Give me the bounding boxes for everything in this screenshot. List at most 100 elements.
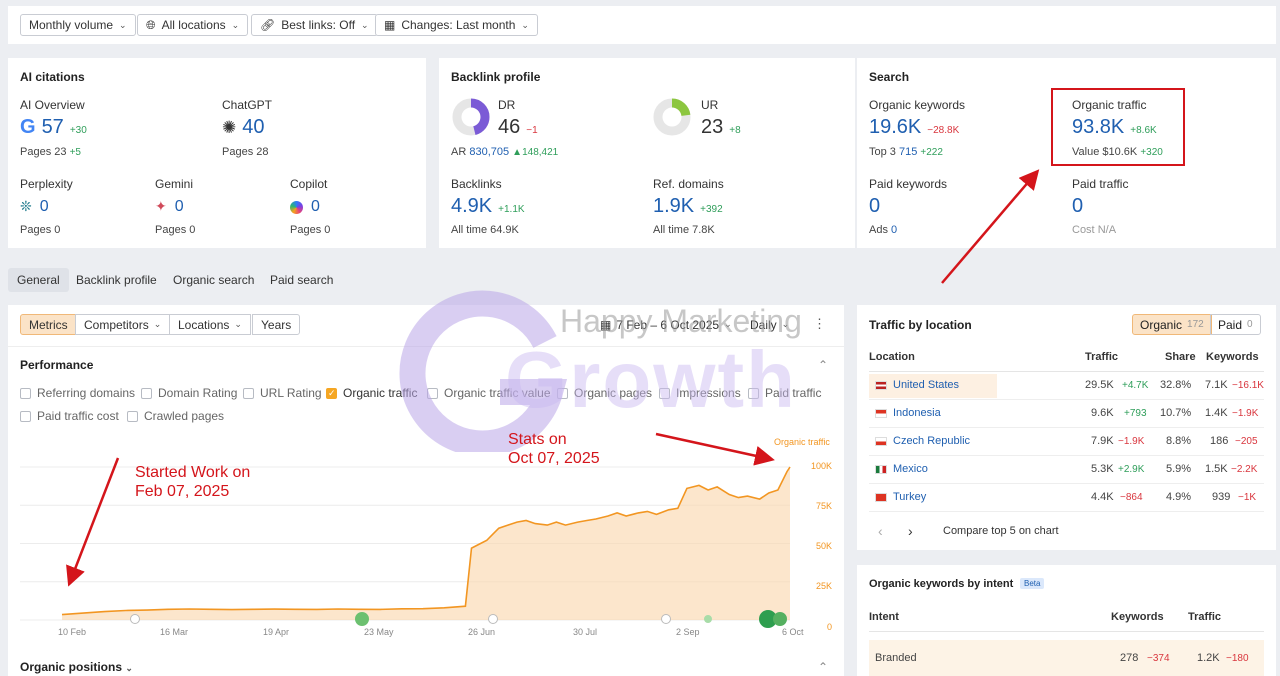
ur-donut-chart: [653, 98, 691, 136]
checkbox-label: Organic pages: [574, 386, 653, 400]
intent-traffic-delta: −180: [1226, 653, 1249, 664]
locations-segment[interactable]: Locations ⌄: [169, 314, 251, 335]
perplexity-icon: ❊: [20, 198, 32, 214]
table-row[interactable]: Mexico 5.3K +2.9K 5.9% 1.5K −2.2K: [869, 456, 1264, 484]
traffic-value: 9.6K: [1091, 407, 1114, 419]
table-row[interactable]: United States 29.5K +4.7K 32.8% 7.1K −16…: [869, 372, 1264, 400]
event-marker[interactable]: [130, 614, 140, 624]
organic-toggle[interactable]: Organic 172: [1132, 314, 1212, 335]
flag-indonesia-icon: [875, 409, 887, 418]
ar-metric[interactable]: AR 830,705 ▲148,421: [451, 146, 558, 158]
organic-traffic-delta: +8.6K: [1130, 125, 1157, 136]
event-marker[interactable]: [773, 612, 787, 626]
traffic-delta: +793: [1124, 408, 1147, 419]
checkbox-organic-traffic-value[interactable]: Organic traffic value: [427, 386, 551, 400]
years-segment[interactable]: Years: [252, 314, 301, 335]
organic-keywords-metric[interactable]: 19.6K −28.8K: [869, 116, 959, 139]
perplexity-metric[interactable]: ❊ 0: [20, 198, 49, 216]
volume-dropdown[interactable]: Monthly volume ⌄: [20, 14, 136, 36]
tab-paid-search[interactable]: Paid search: [261, 268, 342, 292]
checkbox-organic-pages[interactable]: Organic pages: [557, 386, 652, 400]
cost-label: Cost: [1072, 224, 1095, 236]
x-tick-label: 10 Feb: [58, 627, 87, 637]
cost-metric: Cost N/A: [1072, 224, 1116, 236]
best-links-dropdown[interactable]: 🔗︎ Best links: Off ⌄: [251, 14, 378, 36]
keywords-delta: −205: [1235, 436, 1258, 447]
collapse-icon[interactable]: ⌃: [818, 660, 828, 674]
ur-metric[interactable]: 23 +8: [701, 116, 741, 139]
flag-us-icon: [875, 381, 887, 390]
checkbox-paid-traffic-cost[interactable]: Paid traffic cost: [20, 409, 119, 423]
dr-donut-chart: [452, 98, 490, 136]
table-row[interactable]: Indonesia 9.6K +793 10.7% 1.4K −1.9K: [869, 400, 1264, 428]
volume-label: Monthly volume: [29, 18, 114, 32]
top3-metric[interactable]: Top 3 715 +222: [869, 146, 943, 158]
tab-general[interactable]: General: [8, 268, 69, 292]
pages-label: Pages: [290, 224, 322, 236]
chatgpt-metric[interactable]: ✺ 40: [222, 116, 265, 139]
checkbox-referring-domains[interactable]: Referring domains: [20, 386, 135, 400]
compare-top5-link[interactable]: Compare top 5 on chart: [943, 525, 1059, 537]
dr-metric[interactable]: 46 −1: [498, 116, 538, 139]
checkbox-paid-traffic[interactable]: Paid traffic: [748, 386, 821, 400]
checkbox-icon: [141, 387, 152, 399]
chevron-down-icon: ⌄: [521, 19, 529, 30]
prev-page-icon[interactable]: ‹: [878, 523, 883, 539]
backlinks-metric[interactable]: 4.9K +1.1K: [451, 195, 525, 218]
traffic-value: 29.5K: [1085, 379, 1114, 391]
best-links-label: Best links: Off: [281, 18, 356, 32]
checkbox-label: Organic traffic: [343, 386, 418, 400]
organic-keywords-value: 19.6K: [869, 116, 922, 138]
checkbox-label: URL Rating: [260, 386, 322, 400]
granularity-dropdown[interactable]: Daily ⌄: [742, 314, 798, 335]
locations-dropdown[interactable]: 🌐︎ All locations ⌄: [137, 14, 249, 36]
backlinks-value: 4.9K: [451, 195, 493, 217]
next-page-icon[interactable]: ›: [908, 523, 913, 539]
competitors-segment[interactable]: Competitors ⌄: [75, 314, 171, 335]
tab-backlink-profile[interactable]: Backlink profile: [67, 268, 166, 292]
copilot-metric[interactable]: 0: [290, 198, 320, 216]
event-marker[interactable]: [488, 614, 498, 624]
share-value: 8.8%: [1166, 435, 1192, 447]
paid-toggle[interactable]: Paid 0: [1210, 314, 1261, 335]
paid-count: 0: [1247, 319, 1253, 330]
tab-organic-search[interactable]: Organic search: [164, 268, 263, 292]
organic-traffic-metric[interactable]: 93.8K +8.6K: [1072, 116, 1157, 139]
ref-domains-metric[interactable]: 1.9K +392: [653, 195, 723, 218]
changes-dropdown[interactable]: ▦ Changes: Last month ⌄: [375, 14, 538, 36]
flag-turkey-icon: [875, 493, 887, 502]
table-row[interactable]: Czech Republic 7.9K −1.9K 8.8% 186 −205: [869, 428, 1264, 456]
chevron-down-icon: ⌄: [234, 319, 242, 329]
traffic-delta: −1.9K: [1118, 436, 1145, 447]
chatgpt-value: 40: [242, 116, 265, 138]
ai-overview-metric[interactable]: G 57 +30: [20, 116, 87, 139]
collapse-icon[interactable]: ⌃: [818, 358, 828, 372]
intent-row[interactable]: Branded 278 −374 1.2K −180: [869, 640, 1264, 676]
event-marker[interactable]: [355, 612, 369, 626]
gemini-metric[interactable]: ✦ 0: [155, 198, 184, 216]
checkbox-organic-traffic[interactable]: Organic traffic: [326, 386, 417, 400]
share-value: 10.7%: [1160, 407, 1192, 419]
paid-traffic-value[interactable]: 0: [1072, 195, 1083, 218]
checkbox-impressions[interactable]: Impressions: [659, 386, 741, 400]
gemini-label: Gemini: [155, 177, 194, 191]
backlinks-all-time: All time 64.9K: [451, 224, 519, 236]
event-marker[interactable]: [661, 614, 671, 624]
event-marker[interactable]: [704, 615, 712, 623]
ur-value: 23: [701, 116, 724, 138]
checkbox-url-rating[interactable]: URL Rating: [243, 386, 322, 400]
paid-keywords-value[interactable]: 0: [869, 195, 880, 218]
y-tick-label: 25K: [815, 581, 832, 592]
chatgpt-icon: ✺: [222, 118, 237, 137]
traffic-value: 7.9K: [1091, 435, 1114, 447]
table-row[interactable]: Turkey 4.4K −864 4.9% 939 −1K: [869, 484, 1264, 512]
more-menu-icon[interactable]: ⋮: [813, 316, 826, 332]
checkbox-domain-rating[interactable]: Domain Rating: [141, 386, 237, 400]
ads-label: Ads: [869, 224, 888, 236]
metrics-segment[interactable]: Metrics: [20, 314, 77, 335]
organic-positions-header[interactable]: Organic positions ⌄: [20, 660, 133, 674]
ref-domains-label: Ref. domains: [653, 177, 724, 191]
checkbox-crawled-pages[interactable]: Crawled pages: [127, 409, 224, 423]
x-tick-label: 19 Apr: [263, 627, 290, 637]
date-range-picker[interactable]: ▦ 7 Feb – 6 Oct 2025 ⌄: [592, 314, 740, 335]
